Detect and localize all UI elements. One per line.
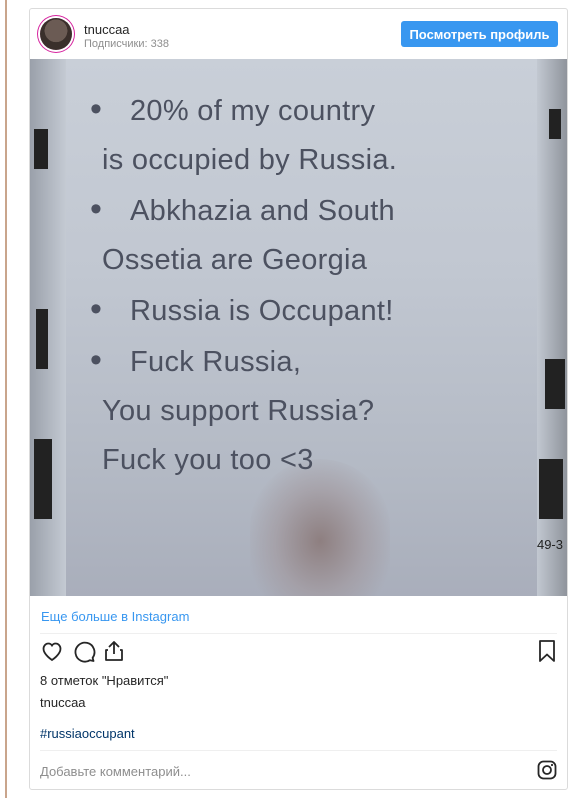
photo-scrap xyxy=(34,129,48,169)
photo-text-line: • 20% of my country xyxy=(90,85,530,136)
bullet-icon: • xyxy=(90,190,103,228)
bullet-icon: • xyxy=(90,90,103,128)
view-profile-button[interactable]: Посмотреть профиль xyxy=(401,21,558,47)
photo-scrap xyxy=(36,309,48,369)
divider xyxy=(40,750,557,751)
share-icon[interactable] xyxy=(102,639,126,663)
photo-corner-text: 49-3 xyxy=(536,537,563,552)
post-header: tnuccaa Подписчики: 338 Посмотреть профи… xyxy=(30,9,567,59)
comment-icon[interactable] xyxy=(72,639,96,663)
instagram-embed: tnuccaa Подписчики: 338 Посмотреть профи… xyxy=(29,8,568,790)
photo-text-content: Abkhazia and South xyxy=(130,195,395,227)
bookmark-icon[interactable] xyxy=(535,639,559,663)
photo-text-line: Ossetia are Georgia xyxy=(102,236,530,285)
heart-icon[interactable] xyxy=(40,639,64,663)
photo-text-line: You support Russia? xyxy=(102,387,530,436)
bullet-icon: • xyxy=(90,290,103,328)
instagram-icon[interactable] xyxy=(537,760,557,780)
more-on-instagram-link[interactable]: Еще больше в Instagram xyxy=(41,609,189,624)
photo-scrap xyxy=(539,459,563,519)
photo-text-content: Ossetia are Georgia xyxy=(102,244,368,276)
page-left-border xyxy=(5,0,7,798)
comment-input[interactable] xyxy=(40,761,510,781)
photo-scrap xyxy=(545,359,565,409)
photo-text-line: • Fuck Russia, xyxy=(90,336,530,387)
photo-text-content: Fuck Russia, xyxy=(130,346,302,378)
action-bar xyxy=(38,639,559,667)
hashtag-link[interactable]: #russiaoccupant xyxy=(40,726,135,741)
caption-username[interactable]: tnuccaa xyxy=(40,695,86,710)
follower-count: Подписчики: 338 xyxy=(84,38,169,50)
username[interactable]: tnuccaa xyxy=(84,22,130,37)
photo-text-line: • Russia is Occupant! xyxy=(90,285,530,336)
photo-scrap xyxy=(549,109,561,139)
photo-text-content: You support Russia? xyxy=(102,395,375,427)
photo-text-line: is occupied by Russia. xyxy=(102,136,530,185)
photo-text-content: Fuck you too <3 xyxy=(102,444,314,476)
like-count[interactable]: 8 отметок "Нравится" xyxy=(40,673,168,688)
avatar[interactable] xyxy=(40,18,72,50)
photo-text-line: Fuck you too <3 xyxy=(102,436,530,485)
divider xyxy=(40,633,557,634)
bullet-icon: • xyxy=(90,341,103,379)
photo-text-content: Russia is Occupant! xyxy=(130,295,394,327)
photo-text-line: • Abkhazia and South xyxy=(90,185,530,236)
photo-text-content: is occupied by Russia. xyxy=(102,144,398,176)
photo-text-content: 20% of my country xyxy=(130,95,376,127)
photo-text: • 20% of my country is occupied by Russia.… xyxy=(90,85,530,485)
post-photo[interactable]: • 20% of my country is occupied by Russia.… xyxy=(30,59,567,596)
photo-scrap xyxy=(34,439,52,519)
